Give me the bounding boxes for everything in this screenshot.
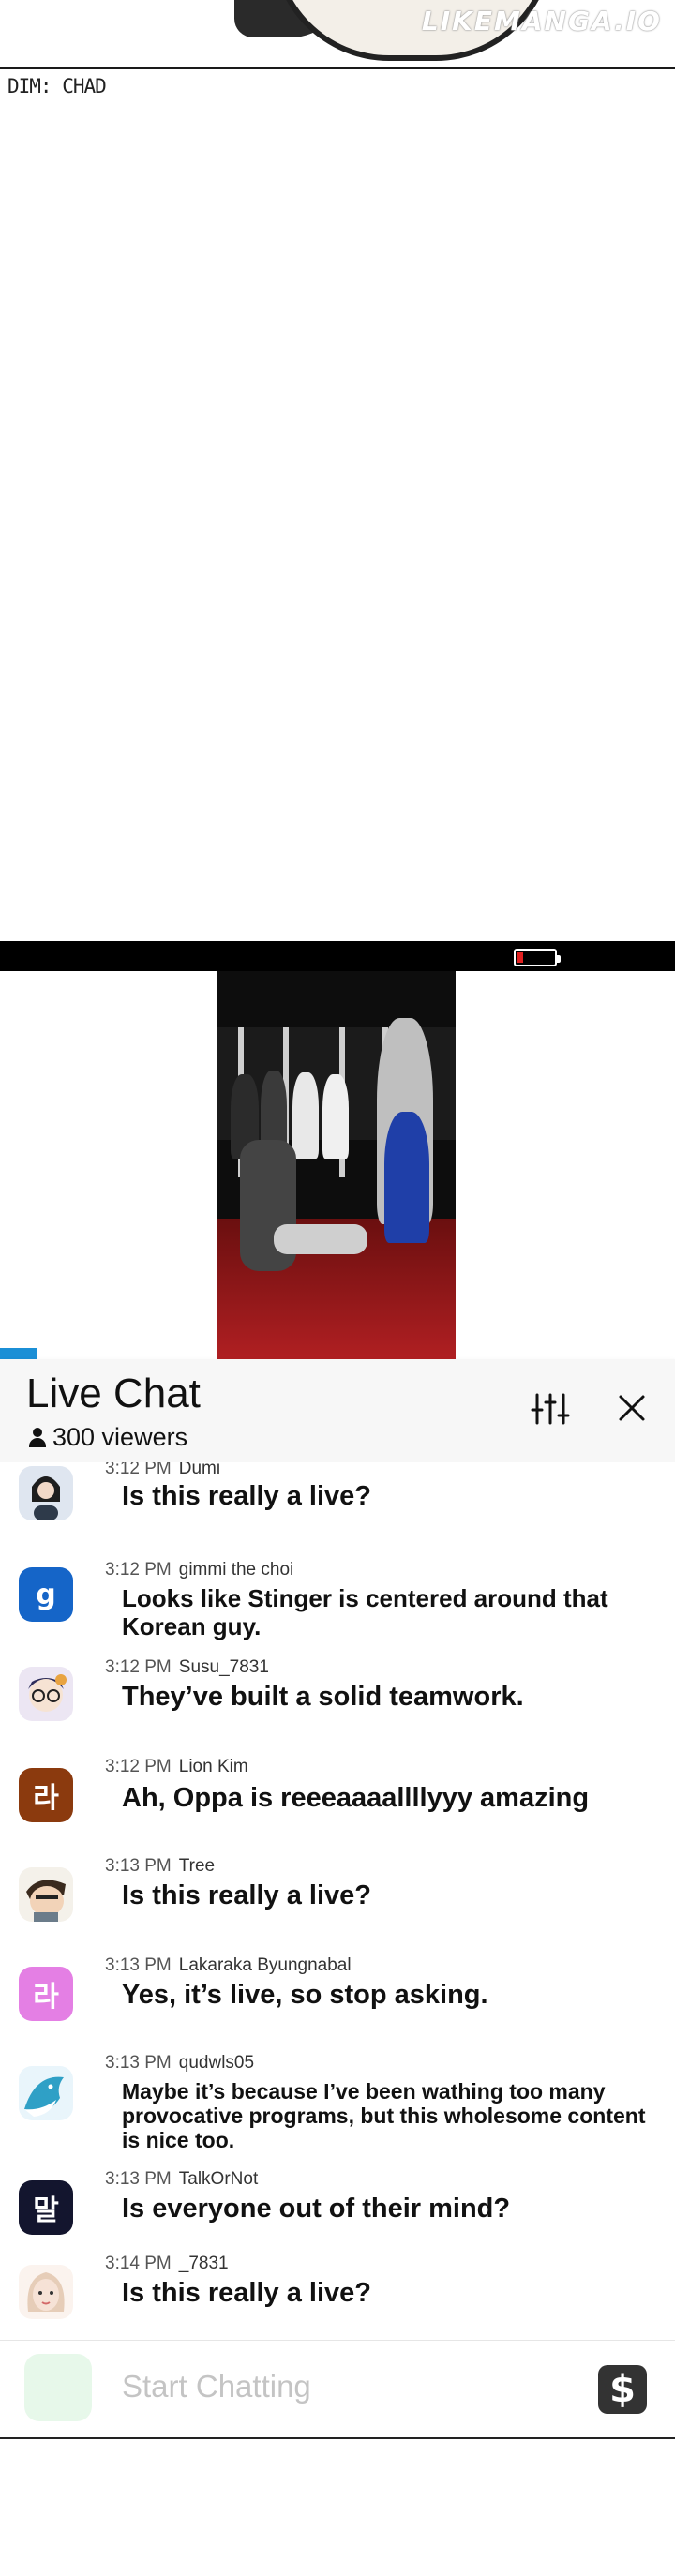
live-chat-header: Live Chat 300 viewers <box>0 1359 675 1462</box>
chat-message-list[interactable]: 3:12 PM Dumi Is this really a live? g 3:1… <box>0 1462 675 2334</box>
message-username: Tree <box>178 1856 216 1876</box>
viewer-count-label: 300 viewers <box>52 1423 188 1451</box>
message-text: Is this really a live? <box>122 2278 371 2308</box>
message-time: 3:12 PM <box>105 1462 172 1478</box>
figure <box>322 1074 349 1159</box>
person-icon <box>28 1427 47 1448</box>
message-time: 3:13 PM <box>105 2053 172 2073</box>
user-avatar[interactable] <box>19 2066 73 2120</box>
video-frame <box>218 971 456 1359</box>
message-text: Yes, it’s live, so stop asking. <box>122 1980 488 2010</box>
message-time: 3:12 PM <box>105 1657 172 1677</box>
sitting-figure-legs <box>274 1224 368 1254</box>
message-text: Looks like Stinger is centered around th… <box>122 1584 608 1640</box>
user-avatar[interactable]: g <box>19 1567 73 1622</box>
user-avatar[interactable] <box>19 1867 73 1922</box>
user-avatar[interactable] <box>19 1667 73 1721</box>
message-username: Lion Kim <box>178 1757 248 1776</box>
message-text: They’ve built a solid teamwork. <box>122 1682 524 1712</box>
video-progress-bar[interactable] <box>0 1348 38 1359</box>
message-username: Susu_7831 <box>178 1657 269 1677</box>
dollar-icon: $ <box>609 2368 636 2411</box>
message-username: Dumi <box>178 1462 221 1478</box>
battery-icon <box>514 949 561 966</box>
comic-caption: DIM: CHAD <box>8 75 107 97</box>
panel-border <box>0 2437 675 2439</box>
message-time: 3:12 PM <box>105 1560 172 1580</box>
message-text: Is this really a live? <box>122 1481 371 1511</box>
message-time: 3:13 PM <box>105 1955 172 1975</box>
user-avatar[interactable] <box>19 1466 73 1520</box>
donate-button[interactable]: $ <box>598 2365 647 2414</box>
filter-settings-button[interactable] <box>531 1389 570 1429</box>
my-avatar <box>24 2354 92 2421</box>
user-avatar[interactable]: 라 <box>19 1768 73 1822</box>
watermark: LIKEMANGA.IO <box>421 6 662 37</box>
message-time: 3:12 PM <box>105 1757 172 1776</box>
live-chat-title: Live Chat <box>26 1370 201 1416</box>
sliders-icon <box>531 1393 570 1425</box>
message-text: Is this really a live? <box>122 1880 371 1910</box>
standing-figure-pants <box>384 1112 429 1243</box>
message-time: 3:13 PM <box>105 1856 172 1876</box>
chat-input[interactable]: Start Chatting <box>122 2369 311 2404</box>
close-chat-button[interactable] <box>613 1389 651 1427</box>
user-avatar[interactable] <box>19 2265 73 2319</box>
figure <box>292 1072 319 1159</box>
close-icon <box>619 1395 645 1421</box>
user-avatar[interactable]: 말 <box>19 2180 73 2235</box>
message-username: Lakaraka Byungnabal <box>178 1955 352 1975</box>
message-text: Is everyone out of their mind? <box>122 2194 511 2224</box>
chat-input-bar: Start Chatting $ <box>0 2340 675 2437</box>
message-text: Ah, Oppa is reeeaaaallllyyy amazing <box>122 1783 590 1813</box>
panel-border <box>0 67 675 69</box>
viewer-count: 300 viewers <box>28 1423 188 1452</box>
message-username: _7831 <box>178 2254 229 2273</box>
video-player[interactable] <box>0 971 675 1359</box>
message-username: qudwls05 <box>178 2053 255 2073</box>
message-time: 3:13 PM <box>105 2169 172 2189</box>
phone-status-bar <box>0 941 675 971</box>
message-text: Maybe it’s because I’ve been wathing too… <box>122 2079 646 2152</box>
message-username: TalkOrNot <box>178 2169 259 2189</box>
battery-level <box>518 952 523 963</box>
message-username: gimmi the choi <box>178 1560 294 1580</box>
top-comic-panel: LIKEMANGA.IO <box>0 0 675 69</box>
user-avatar[interactable]: 라 <box>19 1967 73 2021</box>
message-time: 3:14 PM <box>105 2254 172 2273</box>
